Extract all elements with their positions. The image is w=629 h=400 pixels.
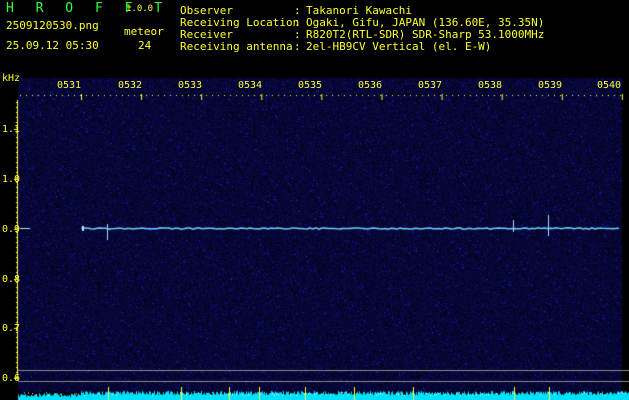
time-tick: 0538 (478, 80, 503, 91)
app-version: 1.0.0 (126, 4, 154, 14)
freq-tick: 0.7 (2, 323, 21, 334)
meteor-count: 24 (138, 39, 152, 52)
time-tick: 0536 (358, 80, 383, 91)
meteor-label: meteor (124, 25, 164, 38)
time-tick: 0539 (538, 80, 563, 91)
time-tick: 0534 (238, 80, 263, 91)
time-tick: 0531 (57, 80, 82, 91)
freq-unit-label: kHz (2, 73, 21, 84)
antenna-colon: : (294, 40, 301, 53)
spectrogram-waterfall (0, 0, 629, 400)
antenna-label: Receiving antenna (180, 40, 293, 53)
freq-tick: 1.1 (2, 124, 21, 135)
time-tick: 0540 (597, 80, 622, 91)
time-tick: 0533 (178, 80, 203, 91)
antenna-value: 2el-HB9CV Vertical (el. E-W) (306, 40, 492, 53)
time-tick: 0535 (298, 80, 323, 91)
freq-tick: 0.8 (2, 274, 21, 285)
time-tick: 0532 (118, 80, 143, 91)
date-time: 25.09.12 05:30 (6, 39, 99, 52)
freq-tick: 1.0 (2, 174, 21, 185)
file-name: 2509120530.png (6, 19, 99, 32)
time-tick: 0537 (418, 80, 443, 91)
freq-tick: 0.6 (2, 373, 21, 384)
freq-tick: 0.9 (2, 224, 21, 235)
